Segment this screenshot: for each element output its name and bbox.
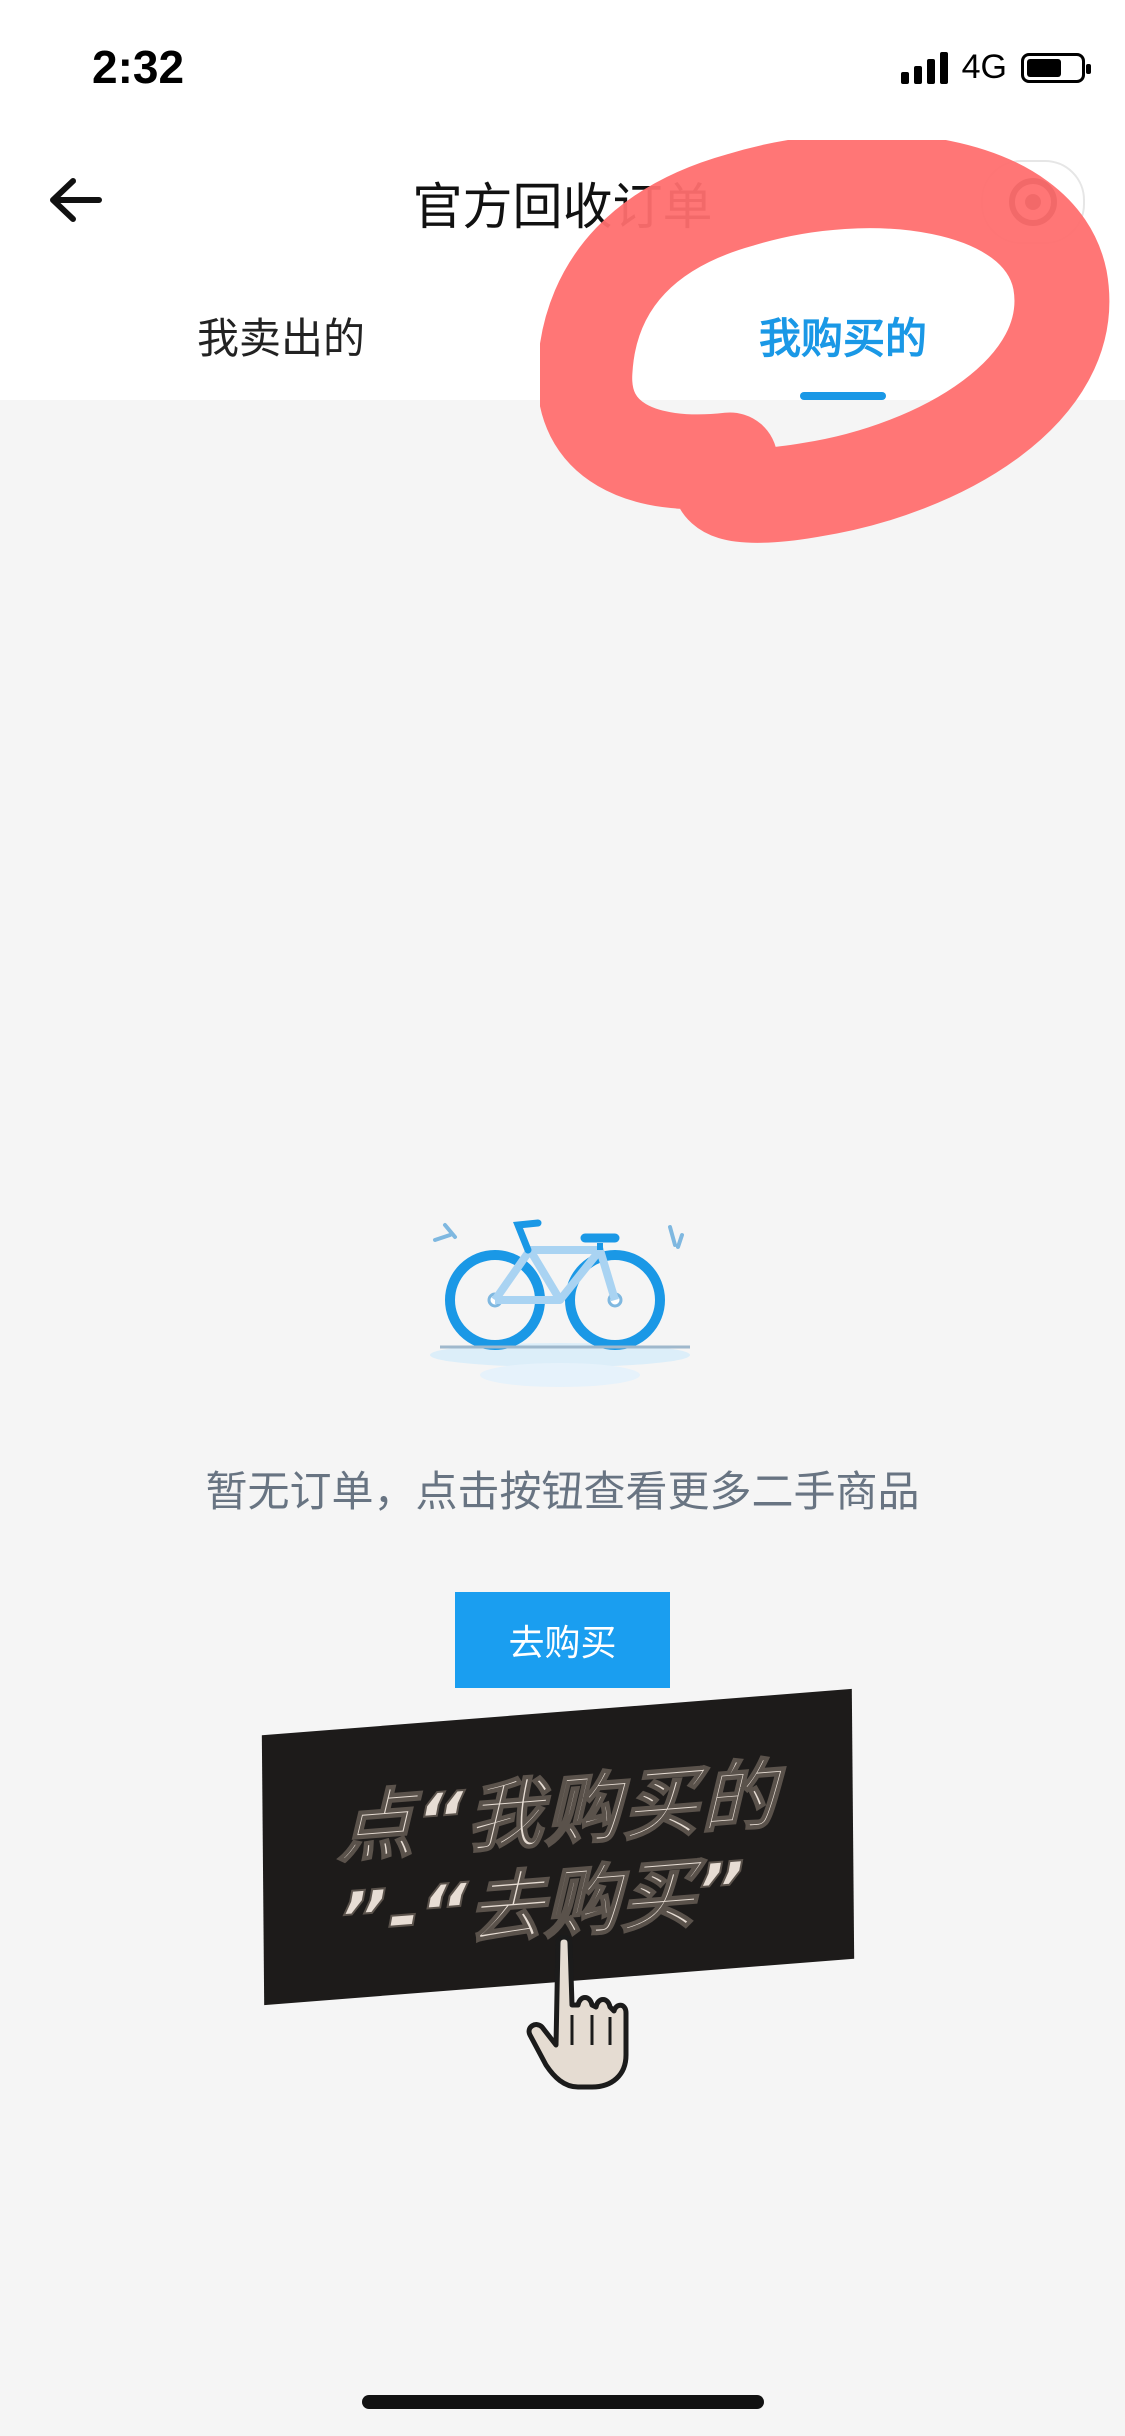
nav-bar: 官方回收订单 [0,135,1125,265]
status-indicators: 4G [900,48,1091,87]
bicycle-illustration [430,1219,690,1387]
tab-bar: 我卖出的 我购买的 [0,265,1125,400]
pointing-hand-icon [526,1935,629,2090]
empty-message: 暂无订单，点击按钮查看更多二手商品 [205,1467,920,1516]
status-bar: 2:32 4G [0,0,1125,135]
battery-icon [1021,52,1091,83]
page-title: 官方回收订单 [412,178,713,236]
network-label: 4G [961,48,1007,86]
go-buy-button[interactable]: 去购买 [455,1592,670,1688]
target-icon [1009,178,1057,226]
tab-active-indicator [800,392,886,400]
signal-icon [900,51,948,84]
screen: 2:32 4G 官方回收订单 我卖出的 我购买的 暂无订单，点击按钮查看更多二手… [0,0,1125,2436]
status-time: 2:32 [92,41,185,93]
nav-action-button[interactable] [981,160,1085,244]
tab-purchased[interactable]: 我购买的 [562,305,1124,366]
home-indicator[interactable] [362,2395,764,2409]
tab-sold[interactable]: 我卖出的 [0,305,562,366]
